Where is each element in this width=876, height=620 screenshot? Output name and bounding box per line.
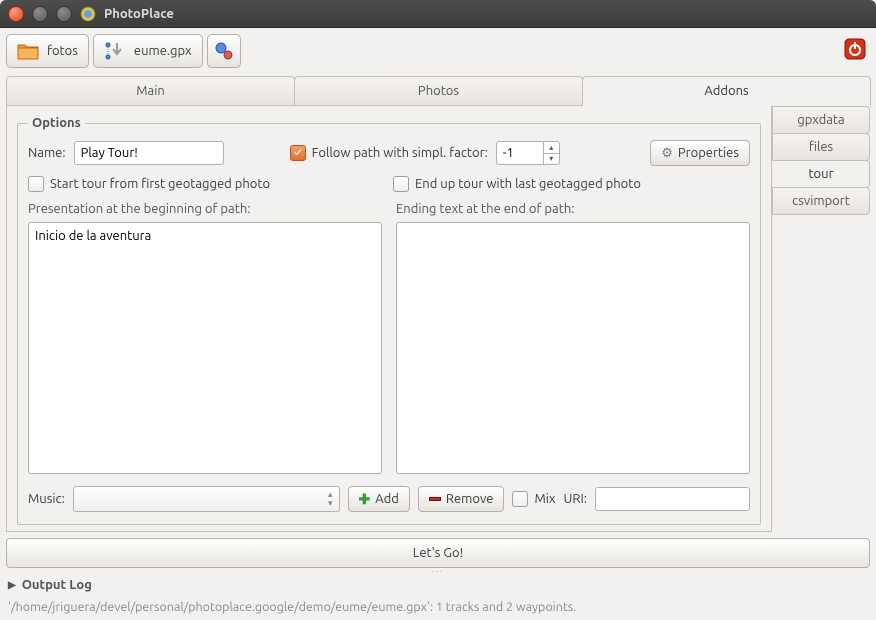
window-close-button[interactable] bbox=[8, 6, 24, 22]
side-tab-tour[interactable]: tour bbox=[772, 160, 870, 188]
lets-go-button[interactable]: Let's Go! bbox=[6, 538, 870, 568]
power-icon bbox=[844, 38, 866, 60]
uri-label: URI: bbox=[563, 492, 587, 506]
presentation-textarea[interactable]: Inicio de la aventura bbox=[28, 222, 382, 474]
tab-addons[interactable]: Addons bbox=[582, 76, 871, 105]
properties-button[interactable]: ⚙ Properties bbox=[650, 140, 750, 166]
end-tour-checkbox[interactable]: End up tour with last geotagged photo bbox=[393, 176, 750, 192]
options-group: Options Name: Follow path with simpl. fa… bbox=[17, 116, 761, 525]
minus-icon bbox=[429, 497, 441, 501]
add-label: Add bbox=[375, 492, 399, 506]
music-label: Music: bbox=[28, 492, 65, 506]
checkbox-icon bbox=[512, 491, 528, 507]
properties-label: Properties bbox=[678, 146, 739, 160]
quit-button[interactable] bbox=[840, 34, 870, 64]
name-input[interactable] bbox=[74, 141, 224, 165]
main-tabs: Main Photos Addons bbox=[6, 76, 870, 106]
window-title: PhotoPlace bbox=[104, 7, 174, 21]
open-photos-button[interactable]: fotos bbox=[6, 34, 89, 68]
music-combo[interactable]: ▴▾ bbox=[73, 486, 340, 512]
combo-caret-icon: ▴▾ bbox=[328, 490, 333, 508]
add-music-button[interactable]: ✚ Add bbox=[348, 486, 410, 512]
end-tour-label: End up tour with last geotagged photo bbox=[415, 177, 641, 191]
titlebar: PhotoPlace bbox=[0, 0, 876, 28]
open-gpx-label: eume.gpx bbox=[134, 44, 192, 58]
checkbox-icon bbox=[393, 176, 409, 192]
output-log-label: Output Log bbox=[22, 578, 92, 592]
name-label: Name: bbox=[28, 146, 66, 160]
follow-path-label: Follow path with simpl. factor: bbox=[312, 146, 488, 160]
checkbox-checked-icon bbox=[290, 145, 306, 161]
side-tab-gpxdata[interactable]: gpxdata bbox=[772, 106, 870, 134]
options-legend: Options bbox=[28, 116, 85, 130]
ending-textarea[interactable] bbox=[396, 222, 750, 474]
app-icon bbox=[80, 6, 96, 22]
window-minimize-button[interactable] bbox=[32, 6, 48, 22]
side-tab-files[interactable]: files bbox=[772, 133, 870, 161]
gpx-download-icon bbox=[104, 41, 126, 61]
window-maximize-button[interactable] bbox=[56, 6, 72, 22]
factor-up-button[interactable]: ▴ bbox=[543, 142, 559, 154]
factor-spinner[interactable]: ▴ ▾ bbox=[496, 141, 560, 165]
open-photos-label: fotos bbox=[47, 44, 78, 58]
uri-input[interactable] bbox=[595, 487, 750, 511]
expand-triangle-icon: ▶ bbox=[8, 579, 16, 591]
mix-label: Mix bbox=[534, 492, 555, 506]
ending-label: Ending text at the end of path: bbox=[396, 202, 750, 216]
mix-checkbox[interactable]: Mix bbox=[512, 491, 555, 507]
follow-path-checkbox[interactable]: Follow path with simpl. factor: bbox=[290, 145, 488, 161]
output-log-expander[interactable]: ▶ Output Log bbox=[6, 574, 870, 596]
addon-body: Options Name: Follow path with simpl. fa… bbox=[6, 106, 772, 532]
addons-panel: Options Name: Follow path with simpl. fa… bbox=[6, 106, 870, 532]
presentation-label: Presentation at the beginning of path: bbox=[28, 202, 382, 216]
output-settings-button[interactable] bbox=[207, 34, 241, 68]
status-bar: '/home/jriguera/devel/personal/photoplac… bbox=[6, 596, 870, 614]
tab-main[interactable]: Main bbox=[6, 76, 295, 105]
toolbar: fotos eume.gpx bbox=[6, 34, 870, 68]
checkbox-icon bbox=[28, 176, 44, 192]
start-tour-checkbox[interactable]: Start tour from first geotagged photo bbox=[28, 176, 385, 192]
plus-icon: ✚ bbox=[359, 491, 371, 508]
output-icon bbox=[214, 41, 234, 61]
addon-side-tabs: gpxdata files tour csvimport bbox=[772, 106, 870, 532]
content-area: fotos eume.gpx Main Photos Addons Option… bbox=[0, 28, 876, 620]
factor-down-button[interactable]: ▾ bbox=[543, 154, 559, 165]
remove-label: Remove bbox=[446, 492, 494, 506]
folder-icon bbox=[17, 42, 39, 60]
gear-icon: ⚙ bbox=[661, 146, 673, 161]
remove-music-button[interactable]: Remove bbox=[418, 486, 505, 512]
start-tour-label: Start tour from first geotagged photo bbox=[50, 177, 270, 191]
tab-photos[interactable]: Photos bbox=[294, 76, 583, 105]
open-gpx-button[interactable]: eume.gpx bbox=[93, 34, 203, 68]
side-tab-csvimport[interactable]: csvimport bbox=[772, 187, 870, 215]
